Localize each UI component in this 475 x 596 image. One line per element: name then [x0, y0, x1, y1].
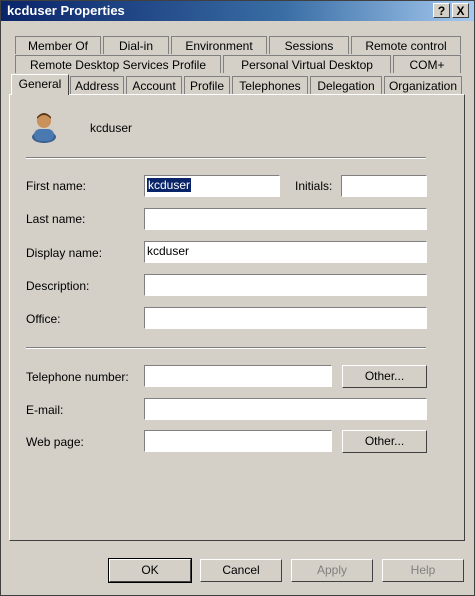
tab-address[interactable]: Address: [70, 76, 124, 94]
first-name-label: First name:: [26, 179, 87, 193]
initials-label: Initials:: [295, 179, 333, 193]
last-name-label: Last name:: [26, 212, 86, 226]
web-page-field[interactable]: [144, 430, 332, 452]
description-field[interactable]: [144, 274, 427, 296]
tab-profile[interactable]: Profile: [184, 76, 230, 94]
close-button[interactable]: X: [452, 3, 469, 18]
tab-member-of[interactable]: Member Of: [15, 36, 101, 54]
user-display-name: kcduser: [90, 121, 133, 135]
telephone-field[interactable]: [144, 365, 332, 387]
office-field[interactable]: [144, 307, 427, 329]
tab-remote-control[interactable]: Remote control: [351, 36, 461, 54]
web-page-other-button[interactable]: Other...: [342, 430, 427, 453]
cancel-button[interactable]: Cancel: [200, 559, 282, 582]
telephone-other-button[interactable]: Other...: [342, 365, 427, 388]
display-name-label: Display name:: [26, 246, 103, 260]
divider-middle: [26, 347, 426, 349]
help-title-button[interactable]: ?: [433, 3, 450, 18]
initials-field[interactable]: [341, 175, 427, 197]
telephone-label: Telephone number:: [26, 370, 129, 384]
help-button[interactable]: Help: [382, 559, 464, 582]
tab-dial-in[interactable]: Dial-in: [103, 36, 169, 54]
office-label: Office:: [26, 312, 61, 326]
tab-general[interactable]: General: [11, 74, 69, 95]
tab-environment[interactable]: Environment: [171, 36, 267, 54]
display-name-field[interactable]: kcduser: [144, 241, 427, 263]
tab-telephones[interactable]: Telephones: [232, 76, 308, 94]
email-label: E-mail:: [26, 403, 64, 417]
properties-window: kcduser Properties ? X Member Of Dial-in…: [0, 0, 475, 596]
description-label: Description:: [26, 279, 90, 293]
first-name-value: kcduser: [147, 178, 192, 192]
web-page-label: Web page:: [26, 435, 84, 449]
tab-com-plus[interactable]: COM+: [393, 55, 461, 73]
divider-top: [26, 157, 426, 159]
tab-remote-desktop-services-profile[interactable]: Remote Desktop Services Profile: [15, 55, 221, 73]
email-field[interactable]: [144, 398, 427, 420]
tab-delegation[interactable]: Delegation: [310, 76, 382, 94]
user-icon: [32, 113, 56, 143]
tab-personal-virtual-desktop[interactable]: Personal Virtual Desktop: [223, 55, 391, 73]
last-name-field[interactable]: [144, 208, 427, 230]
first-name-field[interactable]: kcduser: [144, 175, 280, 197]
tab-sessions[interactable]: Sessions: [269, 36, 349, 54]
ok-button[interactable]: OK: [108, 558, 192, 583]
tab-organization[interactable]: Organization: [384, 76, 462, 94]
window-title: kcduser Properties: [7, 3, 125, 18]
apply-button[interactable]: Apply: [291, 559, 373, 582]
tab-account[interactable]: Account: [126, 76, 182, 94]
title-bar[interactable]: kcduser Properties ? X: [1, 1, 474, 21]
